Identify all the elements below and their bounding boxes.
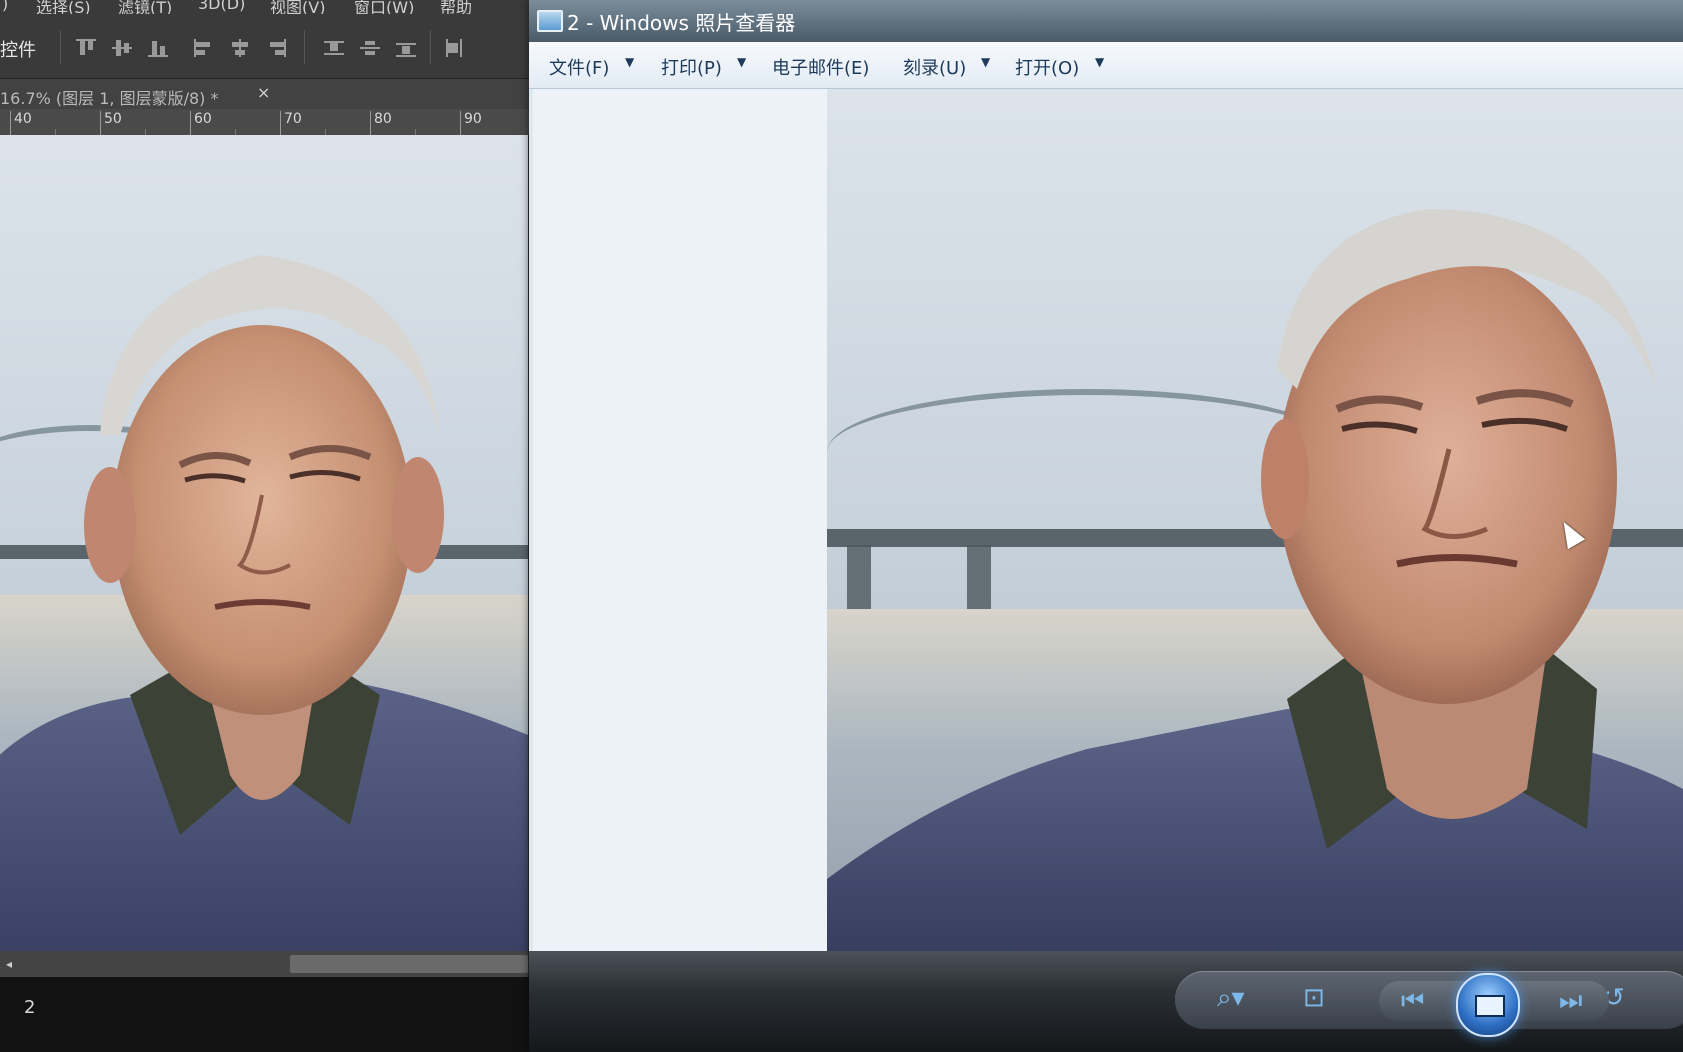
photo-man-figure xyxy=(827,209,1683,951)
chevron-down-icon[interactable]: ▼ xyxy=(1095,55,1104,69)
ps-menu-help[interactable]: 帮助 xyxy=(440,0,472,14)
previous-icon[interactable]: ⏮ xyxy=(1401,988,1424,1014)
photo-elderly-man xyxy=(827,89,1683,951)
ps-menu-window[interactable]: 窗口(W) xyxy=(354,0,414,14)
ps-menu-filter[interactable]: 滤镜(T) xyxy=(118,0,172,14)
scroll-left-icon[interactable]: ◂ xyxy=(6,957,12,971)
chevron-down-icon[interactable]: ▼ xyxy=(737,55,746,69)
ps-status-area: 2 xyxy=(0,977,540,1052)
slideshow-button[interactable] xyxy=(1456,973,1520,1037)
ruler-label: 90 xyxy=(464,111,482,127)
photo-elderly-man xyxy=(0,135,528,951)
ps-menu-select[interactable]: 选择(S) xyxy=(36,0,91,14)
ruler-tick xyxy=(370,111,371,135)
document-title[interactable]: 16.7% (图层 1, 图层蒙版/8) * xyxy=(0,85,219,109)
burn-menu-button[interactable]: 刻录(U) xyxy=(903,54,966,80)
ps-document-canvas[interactable] xyxy=(0,135,528,951)
viewer-titlebar[interactable]: 2 - Windows 照片查看器 xyxy=(529,0,1683,42)
ruler-tick xyxy=(190,111,191,135)
scrollbar-thumb[interactable] xyxy=(290,955,528,973)
align-vertical-center-icon[interactable] xyxy=(112,39,132,57)
viewer-blank-area xyxy=(533,89,827,951)
photoshop-window: ) 选择(S) 滤镜(T) 3D(D) 视图(V) 窗口(W) 帮助 控件 16… xyxy=(0,0,540,1052)
ruler-label: 40 xyxy=(14,111,32,127)
close-icon[interactable]: × xyxy=(257,83,270,102)
ps-options-bar: 控件 xyxy=(0,14,540,79)
ruler-tick xyxy=(460,111,461,135)
horizontal-ruler: 40 50 60 70 80 90 xyxy=(0,109,540,136)
ps-menu-3d[interactable]: 3D(D) xyxy=(198,0,245,13)
distribute-top-icon[interactable] xyxy=(324,39,344,57)
align-left-icon[interactable] xyxy=(194,39,214,57)
distribute-vertical-center-icon[interactable] xyxy=(360,39,380,57)
email-button[interactable]: 电子邮件(E) xyxy=(772,54,869,80)
ps-menu-view[interactable]: 视图(V) xyxy=(270,0,325,14)
align-bottom-icon[interactable] xyxy=(148,39,168,57)
slideshow-icon xyxy=(1475,995,1505,1017)
distribute-bottom-icon[interactable] xyxy=(396,39,416,57)
viewer-command-bar: 文件(F) ▼ 打印(P) ▼ 电子邮件(E) 刻录(U) ▼ 打开(O) ▼ xyxy=(529,42,1683,89)
align-right-icon[interactable] xyxy=(266,39,286,57)
photo-man-figure xyxy=(0,255,528,951)
actual-size-icon[interactable]: ⊡ xyxy=(1303,985,1325,1011)
ruler-tick xyxy=(100,111,101,135)
photo-viewer-window: 2 - Windows 照片查看器 文件(F) ▼ 打印(P) ▼ 电子邮件(E… xyxy=(529,0,1683,1052)
show-transform-controls-label[interactable]: 控件 xyxy=(0,36,36,62)
ruler-tick xyxy=(10,111,11,135)
align-horizontal-center-icon[interactable] xyxy=(230,39,250,57)
ps-menubar: ) 选择(S) 滤镜(T) 3D(D) 视图(V) 窗口(W) 帮助 xyxy=(0,0,540,14)
viewer-control-bar: ⌕▾ ⊡ ↺ ⏮ ⏭ xyxy=(529,951,1683,1052)
photo-viewer-app-icon xyxy=(537,10,563,32)
options-divider xyxy=(304,30,305,64)
print-menu-button[interactable]: 打印(P) xyxy=(661,54,722,80)
document-tab[interactable]: 16.7% (图层 1, 图层蒙版/8) * × xyxy=(0,79,540,109)
ps-menu-fragment: ) xyxy=(2,0,9,13)
horizontal-scrollbar[interactable]: ◂ xyxy=(0,951,528,977)
ruler-label: 50 xyxy=(104,111,122,127)
ruler-tick xyxy=(280,111,281,135)
file-menu-button[interactable]: 文件(F) xyxy=(549,54,609,80)
options-divider xyxy=(60,30,61,64)
zoom-icon[interactable]: ⌕▾ xyxy=(1217,985,1245,1011)
chevron-down-icon[interactable]: ▼ xyxy=(981,55,990,69)
align-top-icon[interactable] xyxy=(76,39,96,57)
window-title: 2 - Windows 照片查看器 xyxy=(567,11,796,35)
status-page-number: 2 xyxy=(24,997,36,1018)
chevron-down-icon[interactable]: ▼ xyxy=(625,55,634,69)
open-menu-button[interactable]: 打开(O) xyxy=(1015,54,1079,80)
ruler-label: 80 xyxy=(374,111,392,127)
options-divider xyxy=(430,30,431,64)
next-icon[interactable]: ⏭ xyxy=(1559,988,1582,1014)
ruler-label: 70 xyxy=(284,111,302,127)
viewer-photo-area[interactable] xyxy=(827,89,1683,951)
ruler-label: 60 xyxy=(194,111,212,127)
distribute-left-icon[interactable] xyxy=(444,39,464,57)
